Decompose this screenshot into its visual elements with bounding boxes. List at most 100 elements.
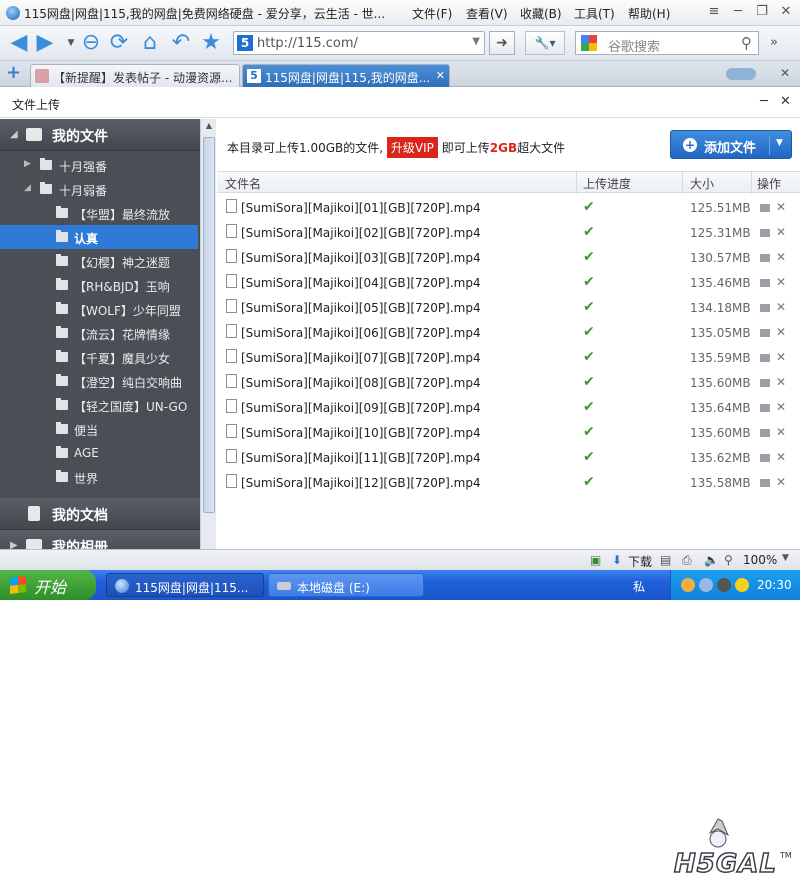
status-page-icon[interactable]: ▣ — [590, 553, 601, 567]
file-row[interactable]: [SumiSora][Majikoi][09][GB][720P].mp4 ✔ 13… — [217, 396, 800, 421]
remove-file-icon[interactable]: ✕ — [776, 300, 786, 314]
file-row[interactable]: [SumiSora][Majikoi][03][GB][720P].mp4 ✔ 13… — [217, 246, 800, 271]
address-text[interactable]: http://115.com/ — [257, 36, 358, 51]
remove-file-icon[interactable]: ✕ — [776, 400, 786, 414]
close-window-icon[interactable]: ✕ — [776, 4, 796, 22]
taskbar-item-disk[interactable]: 本地磁盘 (E:) — [268, 573, 424, 597]
menu-tools[interactable]: 工具(T) — [574, 5, 628, 22]
search-box[interactable]: 谷歌搜索 ⚲ — [575, 31, 759, 55]
remove-file-icon[interactable]: ✕ — [776, 275, 786, 289]
new-tab-plus-icon[interactable]: + — [6, 64, 21, 82]
ime-indicator[interactable]: 私 — [633, 578, 645, 595]
open-folder-icon[interactable] — [760, 254, 770, 262]
open-folder-icon[interactable] — [760, 229, 770, 237]
sidebar-folder-item[interactable]: ◢ 十月弱番 — [0, 177, 198, 201]
remove-file-icon[interactable]: ✕ — [776, 375, 786, 389]
my-files-header[interactable]: ◢ 我的文件 — [0, 119, 200, 151]
dialog-minimize-icon[interactable]: ─ — [760, 94, 768, 109]
add-file-dropdown-icon[interactable]: ▼ — [776, 138, 783, 148]
address-bar[interactable]: 5 http://115.com/ ▼ — [233, 31, 485, 55]
collapse-arrow-icon[interactable]: ◢ — [24, 183, 31, 193]
tray-security-icon[interactable] — [735, 578, 749, 592]
download-arrow-icon[interactable]: ⬇ — [612, 553, 622, 567]
sidebar-folder-item[interactable]: 【千夏】魔具少女 — [0, 345, 198, 369]
search-input[interactable]: 谷歌搜索 — [608, 36, 660, 55]
file-row[interactable]: [SumiSora][Majikoi][02][GB][720P].mp4 ✔ 12… — [217, 221, 800, 246]
file-row[interactable]: [SumiSora][Majikoi][06][GB][720P].mp4 ✔ 13… — [217, 321, 800, 346]
close-tab-icon[interactable]: ✕ — [436, 69, 445, 82]
scroll-up-icon[interactable]: ▲ — [203, 121, 215, 133]
file-row[interactable]: [SumiSora][Majikoi][01][GB][720P].mp4 ✔ 12… — [217, 196, 800, 221]
taskbar-item-browser[interactable]: 115网盘|网盘|115... — [106, 573, 264, 597]
zoom-level[interactable]: 100% — [743, 553, 777, 567]
minimize-icon[interactable]: ─ — [728, 4, 748, 22]
restore-icon[interactable]: ❐ — [752, 4, 772, 22]
go-arrow-icon[interactable]: ➜ — [489, 31, 515, 55]
status-tool-icon[interactable]: ▤ — [660, 553, 671, 567]
sidebar-folder-item[interactable]: 便当 — [0, 417, 198, 441]
tab-115[interactable]: 5 115网盘|网盘|115,我的网盘... ✕ — [242, 64, 450, 87]
menu-help[interactable]: 帮助(H) — [628, 5, 682, 22]
file-row[interactable]: [SumiSora][Majikoi][11][GB][720P].mp4 ✔ 13… — [217, 446, 800, 471]
undo-close-icon[interactable]: ↶ — [168, 30, 194, 56]
file-row[interactable]: [SumiSora][Majikoi][12][GB][720P].mp4 ✔ 13… — [217, 471, 800, 496]
remove-file-icon[interactable]: ✕ — [776, 475, 786, 489]
remove-file-icon[interactable]: ✕ — [776, 450, 786, 464]
forward-arrow-icon[interactable]: ▶ — [32, 30, 58, 56]
expand-arrow-icon[interactable]: ▶ — [10, 540, 18, 549]
favorites-star-icon[interactable]: ★ — [198, 30, 224, 56]
open-folder-icon[interactable] — [760, 479, 770, 487]
add-file-button[interactable]: + 添加文件 ▼ — [670, 130, 792, 159]
more-chevron-icon[interactable]: » — [770, 35, 778, 50]
open-folder-icon[interactable] — [760, 329, 770, 337]
menu-file[interactable]: 文件(F) — [412, 5, 466, 22]
speaker-icon[interactable]: 🔈 — [704, 553, 719, 567]
tab-forum[interactable]: 【新提醒】发表帖子 - 动漫资源... — [30, 64, 240, 87]
open-folder-icon[interactable] — [760, 204, 770, 212]
my-docs-header[interactable]: 我的文档 — [0, 498, 200, 530]
open-folder-icon[interactable] — [760, 354, 770, 362]
sidebar-folder-item[interactable]: 【幻樱】神之迷题 — [0, 249, 198, 273]
expand-arrow-icon[interactable]: ▶ — [24, 159, 31, 169]
sidebar-folder-item[interactable]: 【轻之国度】UN-GO — [0, 393, 198, 417]
file-row[interactable]: [SumiSora][Majikoi][07][GB][720P].mp4 ✔ 13… — [217, 346, 800, 371]
scroll-thumb[interactable] — [203, 137, 215, 513]
open-folder-icon[interactable] — [760, 454, 770, 462]
collapse-arrow-icon[interactable]: ◢ — [10, 129, 18, 140]
sidebar-folder-item[interactable]: 【澄空】纯白交响曲 — [0, 369, 198, 393]
open-folder-icon[interactable] — [760, 404, 770, 412]
zoom-dropdown-icon[interactable]: ▼ — [782, 553, 789, 563]
menu-view[interactable]: 查看(V) — [466, 5, 520, 22]
search-icon[interactable]: ⚲ — [741, 34, 752, 52]
tab-scroll-icon[interactable] — [726, 68, 756, 80]
tray-network-icon[interactable] — [699, 578, 713, 592]
remove-file-icon[interactable]: ✕ — [776, 250, 786, 264]
sidebar-folder-item[interactable]: 【华盟】最终流放 — [0, 201, 198, 225]
menu-favorites[interactable]: 收藏(B) — [520, 5, 574, 22]
remove-file-icon[interactable]: ✕ — [776, 350, 786, 364]
file-row[interactable]: [SumiSora][Majikoi][08][GB][720P].mp4 ✔ 13… — [217, 371, 800, 396]
sidebar-folder-item[interactable]: 世界 — [0, 465, 198, 489]
my-album-header[interactable]: ▶ 我的相册 — [0, 530, 200, 549]
sidebar-folder-item[interactable]: 认真 — [0, 225, 198, 249]
sidebar-folder-item[interactable]: ▶ 十月强番 — [0, 153, 198, 177]
tray-app-icon[interactable] — [717, 578, 731, 592]
remove-file-icon[interactable]: ✕ — [776, 325, 786, 339]
stop-icon[interactable]: ⊖ — [78, 30, 104, 56]
file-row[interactable]: [SumiSora][Majikoi][05][GB][720P].mp4 ✔ 13… — [217, 296, 800, 321]
tray-qq-icon[interactable] — [681, 578, 695, 592]
remove-file-icon[interactable]: ✕ — [776, 200, 786, 214]
sidebar-folder-item[interactable]: 【WOLF】少年同盟 — [0, 297, 198, 321]
download-label[interactable]: 下载 — [628, 553, 652, 570]
address-dropdown-icon[interactable]: ▼ — [472, 36, 480, 47]
menu-toggle-icon[interactable]: ≡ — [704, 4, 724, 22]
sidebar-folder-item[interactable]: 【流云】花牌情缘 — [0, 321, 198, 345]
tab-bar-close-icon[interactable]: ✕ — [780, 66, 790, 80]
zoom-icon[interactable]: ⚲ — [724, 553, 733, 567]
home-icon[interactable]: ⌂ — [137, 30, 163, 56]
sidebar-scrollbar[interactable]: ▲ — [200, 119, 216, 549]
sidebar-folder-item[interactable]: 【RH&BJD】玉响 — [0, 273, 198, 297]
open-folder-icon[interactable] — [760, 279, 770, 287]
start-button[interactable]: 开始 — [0, 570, 96, 600]
refresh-icon[interactable]: ⟳ — [106, 30, 132, 56]
